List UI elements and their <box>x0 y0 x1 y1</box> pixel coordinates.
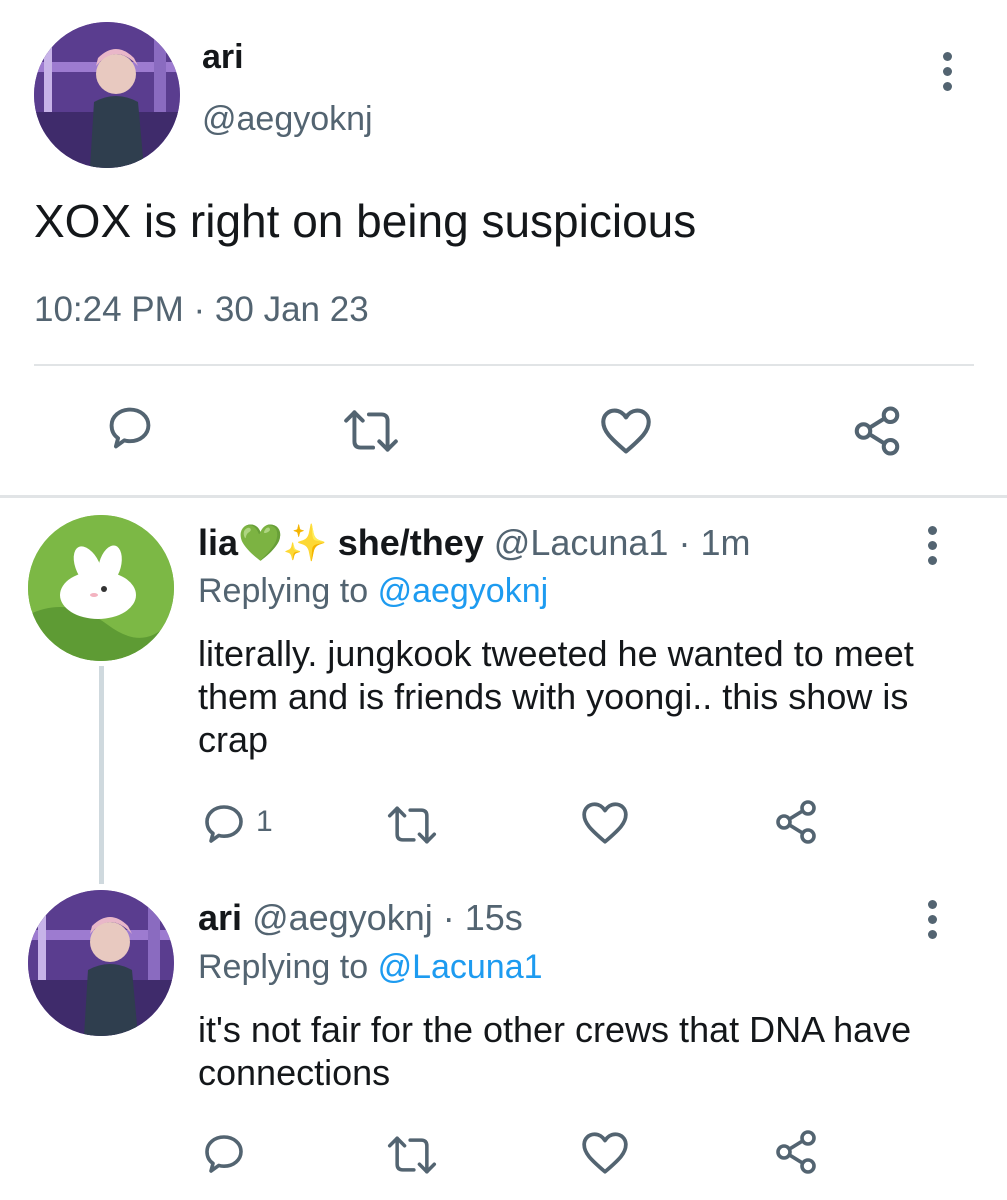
avatar-photo <box>28 515 174 661</box>
reply-author-avatar[interactable] <box>28 890 174 1036</box>
retweet-icon[interactable] <box>386 804 438 846</box>
reply-text: literally. jungkook tweeted he wanted to… <box>198 633 914 760</box>
share-icon[interactable] <box>772 798 820 846</box>
thread-line <box>99 666 104 884</box>
reply-header: lia💚✨ she/they @Lacuna1 · 1m <box>198 522 750 564</box>
reply-author-name[interactable]: ari <box>198 897 242 938</box>
reply-text: it's not fair for the other crews that D… <box>198 1009 912 1093</box>
replying-to-label: Replying to <box>198 572 369 610</box>
reply-header: ari @aegyoknj · 15s <box>198 897 523 939</box>
share-icon[interactable] <box>850 404 904 458</box>
reply-count: 1 <box>256 805 273 838</box>
tweet-text: XOX is right on being suspicious <box>34 195 697 247</box>
reply-author-name[interactable]: lia <box>198 522 238 563</box>
author-name[interactable]: ari <box>202 38 244 77</box>
reply-icon[interactable] <box>200 1130 248 1178</box>
replying-to: Replying to @aegyoknj <box>198 572 548 611</box>
reply-time[interactable]: · 15s <box>443 897 523 938</box>
like-icon[interactable] <box>598 406 654 456</box>
tweet-timestamp[interactable]: 10:24 PM · 30 Jan 23 <box>34 290 369 330</box>
more-options-icon[interactable] <box>925 900 939 939</box>
avatar-photo <box>28 890 174 1036</box>
avatar-photo <box>34 22 180 168</box>
author-handle[interactable]: @aegyoknj <box>202 100 373 139</box>
more-options-icon[interactable] <box>925 526 939 565</box>
name-emoji: 💚✨ <box>238 522 328 563</box>
reply-author-handle[interactable]: @Lacuna1 <box>494 522 669 563</box>
share-icon[interactable] <box>772 1128 820 1176</box>
divider <box>34 364 974 366</box>
retweet-icon[interactable] <box>386 1134 438 1176</box>
retweet-icon[interactable] <box>342 408 400 454</box>
more-options-icon[interactable] <box>940 52 954 91</box>
section-divider <box>0 495 1007 498</box>
reply-time[interactable]: · 1m <box>678 522 750 563</box>
replying-to-label: Replying to <box>198 948 369 986</box>
reply-author-avatar[interactable] <box>28 515 174 661</box>
replying-to-link[interactable]: @aegyoknj <box>378 572 549 610</box>
reply-icon[interactable] <box>200 800 248 848</box>
reply-icon[interactable] <box>104 402 156 454</box>
reply-author-pronouns[interactable]: she/they <box>338 522 484 563</box>
like-icon[interactable] <box>580 800 630 846</box>
reply-author-handle[interactable]: @aegyoknj <box>252 897 433 938</box>
replying-to: Replying to @Lacuna1 <box>198 948 543 987</box>
author-avatar[interactable] <box>34 22 180 168</box>
like-icon[interactable] <box>580 1130 630 1176</box>
replying-to-link[interactable]: @Lacuna1 <box>378 948 543 986</box>
